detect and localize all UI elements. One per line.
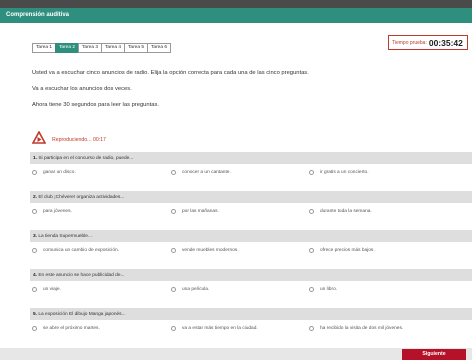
timer-label: Tiempo prueba: (392, 40, 427, 46)
option-label: ir gratis a un concierto. (320, 170, 369, 175)
option-label: para jóvenes. (43, 209, 72, 214)
question-number: 1. (33, 155, 38, 161)
top-strip (0, 0, 472, 8)
answer-option-1b[interactable]: conocer a un cantante. (171, 170, 231, 175)
playback-status: Reproduciendo... 00:17 (52, 137, 106, 143)
radio-icon[interactable] (32, 287, 37, 292)
option-label: ha recibido la visita de dos mil jóvenes… (320, 326, 404, 331)
radio-icon[interactable] (32, 170, 37, 175)
test-timer: Tiempo prueba: 00:35:42 (388, 35, 468, 50)
answer-option-5c[interactable]: ha recibido la visita de dos mil jóvenes… (309, 326, 403, 331)
answer-option-1a[interactable]: ganar un disco. (32, 170, 76, 175)
tab-tarea-3[interactable]: Tarea 3 (78, 43, 101, 53)
question-number: 4. (33, 272, 38, 278)
question-text: En este anuncio se hace publicidad de... (38, 272, 125, 278)
option-label: conocer a un cantante. (182, 170, 231, 175)
option-label: ofrece precios más bajos. (320, 248, 375, 253)
answer-option-3b[interactable]: vende muebles modernos. (171, 248, 239, 253)
radio-icon[interactable] (171, 209, 176, 214)
tab-tarea-6[interactable]: Tarea 6 (147, 43, 171, 53)
option-label: ganar un disco. (43, 170, 76, 175)
option-label: por las mañanas. (182, 209, 219, 214)
option-label: vende muebles modernos. (182, 248, 239, 253)
radio-icon[interactable] (171, 326, 176, 331)
radio-icon[interactable] (32, 209, 37, 214)
tab-tarea-2[interactable]: Tarea 2 (55, 43, 78, 53)
option-label: comunica un cambio de exposición. (43, 248, 119, 253)
question-number: 2. (33, 194, 38, 200)
question-1: 1. Si participa en el concurso de radio,… (30, 152, 472, 164)
question-text: Si participa en el concurso de radio, pu… (38, 155, 134, 161)
answer-option-4a[interactable]: un viaje. (32, 287, 61, 292)
task-tabs: Tarea 1 Tarea 2 Tarea 3 Tarea 4 Tarea 5 … (32, 43, 171, 53)
option-label: un viaje. (43, 287, 61, 292)
question-number: 5. (33, 311, 38, 317)
option-label: durante toda la semana. (320, 209, 372, 214)
option-label: se abre el próximo martes. (43, 326, 100, 331)
answer-option-2b[interactable]: por las mañanas. (171, 209, 219, 214)
radio-icon[interactable] (309, 326, 314, 331)
answer-option-2c[interactable]: durante toda la semana. (309, 209, 372, 214)
question-3: 3. La tienda Supermueble... (30, 230, 472, 242)
question-text: La tienda Supermueble... (38, 233, 92, 239)
tab-tarea-5[interactable]: Tarea 5 (124, 43, 147, 53)
question-number: 3. (33, 233, 38, 239)
question-text: La exposición El dibujo Manga japonés... (38, 311, 126, 317)
question-4: 4. En este anuncio se hace publicidad de… (30, 269, 472, 281)
play-triangle-icon[interactable] (31, 130, 47, 149)
tab-tarea-1[interactable]: Tarea 1 (32, 43, 55, 53)
answer-option-1c[interactable]: ir gratis a un concierto. (309, 170, 369, 175)
question-2: 2. El club ¡Chévere! organiza actividade… (30, 191, 472, 203)
answer-option-5b[interactable]: va a estar más tiempo en la ciudad. (171, 326, 258, 331)
window-title: Comprensión auditiva (0, 8, 472, 23)
option-label: va a estar más tiempo en la ciudad. (182, 326, 258, 331)
timer-value: 00:35:42 (428, 38, 463, 48)
next-button[interactable]: Siguiente (402, 349, 466, 360)
audio-player: Reproduciendo... 00:17 (31, 130, 106, 149)
answer-option-4c[interactable]: un libro. (309, 287, 337, 292)
tab-tarea-4[interactable]: Tarea 4 (101, 43, 124, 53)
radio-icon[interactable] (171, 170, 176, 175)
radio-icon[interactable] (309, 209, 314, 214)
radio-icon[interactable] (309, 170, 314, 175)
question-5: 5. La exposición El dibujo Manga japonés… (30, 308, 472, 320)
instruction-line: Va a escuchar los anuncios dos veces. (32, 86, 132, 92)
instruction-line: Ahora tiene 30 segundos para leer las pr… (32, 102, 159, 108)
radio-icon[interactable] (171, 287, 176, 292)
answer-option-5a[interactable]: se abre el próximo martes. (32, 326, 100, 331)
instruction-line: Usted va a escuchar cinco anuncios de ra… (32, 70, 309, 76)
answer-option-4b[interactable]: una película. (171, 287, 209, 292)
radio-icon[interactable] (171, 248, 176, 253)
option-label: una película. (182, 287, 210, 292)
radio-icon[interactable] (309, 248, 314, 253)
radio-icon[interactable] (32, 326, 37, 331)
radio-icon[interactable] (309, 287, 314, 292)
radio-icon[interactable] (32, 248, 37, 253)
answer-option-3a[interactable]: comunica un cambio de exposición. (32, 248, 119, 253)
answer-option-2a[interactable]: para jóvenes. (32, 209, 72, 214)
option-label: un libro. (320, 287, 338, 292)
question-text: El club ¡Chévere! organiza actividades..… (38, 194, 125, 200)
answer-option-3c[interactable]: ofrece precios más bajos. (309, 248, 375, 253)
